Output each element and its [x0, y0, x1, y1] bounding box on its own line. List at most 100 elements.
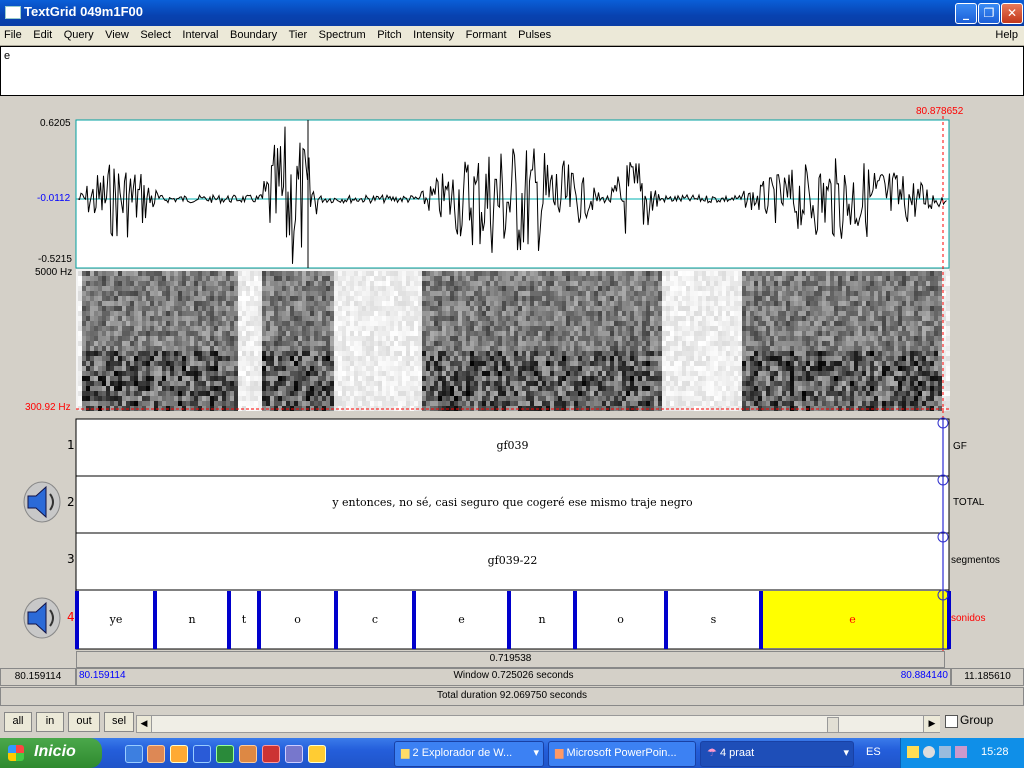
spectrogram-cell: [754, 321, 758, 326]
menu-edit[interactable]: Edit: [29, 26, 56, 44]
spectrogram-cell: [290, 356, 294, 361]
spectrogram-cell: [146, 356, 150, 361]
spectrogram-cell: [634, 386, 638, 391]
spectrogram-cell: [402, 281, 406, 286]
editor-drawing-area[interactable]: 80.878652 0.6205 -0.0112 -0.5215 5000 Hz…: [0, 96, 1024, 710]
spectrogram-cell: [158, 341, 162, 346]
spectrogram-cell: [162, 311, 166, 316]
spectrogram-cell: [582, 341, 586, 346]
spectrogram-cell: [390, 316, 394, 321]
spectrogram-cell: [438, 356, 442, 361]
menu-formant[interactable]: Formant: [462, 26, 511, 44]
spectrogram-cell: [482, 331, 486, 336]
spectrogram-cell: [646, 386, 650, 391]
spectrogram-cell: [426, 316, 430, 321]
spectrogram-cell: [118, 341, 122, 346]
spectrogram-cell: [622, 356, 626, 361]
spectrogram-cell: [434, 336, 438, 341]
spectrogram-cell: [390, 381, 394, 386]
spectrogram-cell: [338, 331, 342, 336]
menu-file[interactable]: File: [0, 26, 26, 44]
spectrogram-cell: [238, 296, 242, 301]
spectrogram-cell: [358, 271, 362, 276]
spectrogram-cell: [698, 281, 702, 286]
spectrogram-cell: [710, 361, 714, 366]
spectrogram-cell: [166, 306, 170, 311]
interval-text-field[interactable]: e: [0, 46, 1024, 96]
spectrogram-cell: [326, 276, 330, 281]
spectrogram-cell: [774, 316, 778, 321]
spectrogram-cell: [346, 391, 350, 396]
spectrogram-cell: [506, 296, 510, 301]
spectrogram-cell: [634, 286, 638, 291]
spectrogram-cell: [206, 336, 210, 341]
spectrogram-cell: [366, 286, 370, 291]
menu-view[interactable]: View: [101, 26, 133, 44]
spectrogram-cell: [614, 381, 618, 386]
spectrogram-cell: [186, 381, 190, 386]
spectrogram-cell: [246, 296, 250, 301]
spectrogram-cell: [538, 336, 542, 341]
spectrogram-cell: [534, 356, 538, 361]
spectrogram-cell: [738, 276, 742, 281]
spectrogram-cell: [426, 366, 430, 371]
spectrogram-cell: [726, 356, 730, 361]
spectrogram-cell: [534, 341, 538, 346]
spectrogram-cell: [538, 316, 542, 321]
spectrogram-cell: [726, 346, 730, 351]
menu-intensity[interactable]: Intensity: [409, 26, 458, 44]
spectrogram-cell: [214, 381, 218, 386]
menu-boundary[interactable]: Boundary: [226, 26, 281, 44]
spectrogram-cell: [482, 311, 486, 316]
menu-interval[interactable]: Interval: [178, 26, 222, 44]
spectrogram-cell: [522, 321, 526, 326]
spectrogram-cell: [178, 356, 182, 361]
spectrogram-cell: [230, 396, 234, 401]
spectrogram-cell: [742, 386, 746, 391]
spectrogram-cell: [286, 306, 290, 311]
spectrogram-cell: [606, 381, 610, 386]
menu-pulses[interactable]: Pulses: [514, 26, 555, 44]
spectrogram-cell: [370, 386, 374, 391]
spectrogram-cell: [350, 291, 354, 296]
minimize-button[interactable]: _: [955, 3, 977, 24]
spectrogram-cell: [642, 316, 646, 321]
spectrogram-cell: [322, 361, 326, 366]
spectrogram-cell: [522, 336, 526, 341]
spectrogram-cell: [334, 381, 338, 386]
spectrogram-cell: [582, 376, 586, 381]
spectrogram-cell: [334, 401, 338, 406]
spectrogram-cell: [550, 281, 554, 286]
spectrogram-cell: [422, 336, 426, 341]
spectrogram-cell: [570, 396, 574, 401]
spectrogram-cell: [518, 351, 522, 356]
menu-help[interactable]: Help: [995, 26, 1018, 44]
spectrogram-cell: [226, 281, 230, 286]
spectrogram-cell: [182, 331, 186, 336]
spectrogram-cell: [626, 321, 630, 326]
menu-pitch[interactable]: Pitch: [373, 26, 405, 44]
menu-tier[interactable]: Tier: [285, 26, 312, 44]
spectrogram-cell: [290, 316, 294, 321]
spectrogram-cell: [494, 366, 498, 371]
spectrogram-cell: [410, 351, 414, 356]
maximize-button[interactable]: ❐: [978, 3, 1000, 24]
spectrogram-cell: [470, 351, 474, 356]
spectrogram-cell: [94, 381, 98, 386]
spectrogram-cell: [654, 291, 658, 296]
menu-spectrum[interactable]: Spectrum: [315, 26, 370, 44]
spectrogram-cell: [86, 396, 90, 401]
spectrogram-cell: [734, 396, 738, 401]
close-button[interactable]: ✕: [1001, 3, 1023, 24]
spectrogram-cell: [158, 386, 162, 391]
spectrogram-cell: [442, 311, 446, 316]
spectrogram-cell: [502, 311, 506, 316]
spectrogram-cell: [266, 346, 270, 351]
menu-select[interactable]: Select: [136, 26, 175, 44]
menu-query[interactable]: Query: [60, 26, 98, 44]
spectrogram-cell: [274, 316, 278, 321]
spectrogram-cell: [166, 271, 170, 276]
spectrogram-cell: [110, 401, 114, 406]
spectrogram-cell: [498, 391, 502, 396]
spectrogram-cell: [614, 396, 618, 401]
